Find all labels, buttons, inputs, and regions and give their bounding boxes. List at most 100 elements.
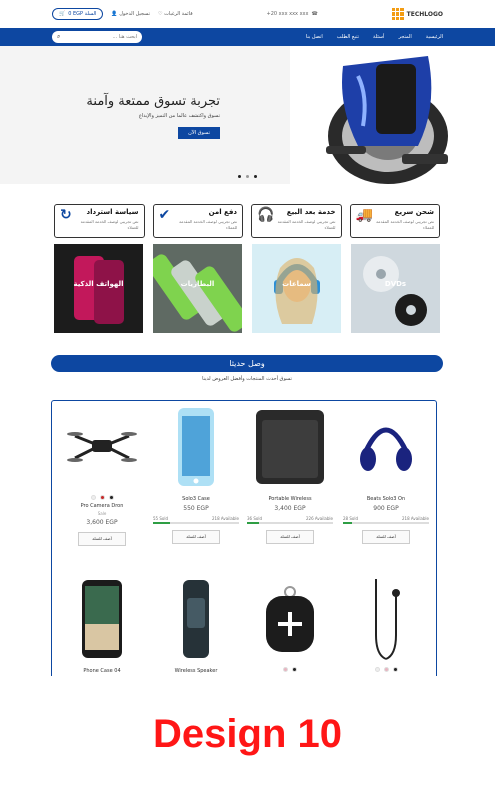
hero-text: تجربة تسوق ممتعة وآمنة تسوق واكتشف عالما… xyxy=(70,94,220,139)
stock-bar xyxy=(153,522,239,524)
swatch[interactable] xyxy=(99,495,105,500)
feature-title: سياسة استرداد xyxy=(86,208,139,216)
color-swatches xyxy=(244,667,336,672)
logo[interactable]: TECHLOGO xyxy=(391,8,443,20)
login-label: تسجيل الدخول xyxy=(119,11,151,17)
wishlist-link[interactable]: ♡ قائمة الرغبات xyxy=(158,11,193,17)
swatch[interactable] xyxy=(108,495,114,500)
product-image xyxy=(340,573,432,665)
feature-title: شحن سريع xyxy=(394,208,434,216)
nav-item-faq[interactable]: أسئلة xyxy=(373,34,384,40)
phone-number: +20 xxx xxx xxx xyxy=(266,11,309,17)
product-name[interactable]: Solo3 Case xyxy=(150,496,242,502)
contact-phone: +20 xxx xxx xxx ☎ xyxy=(267,11,318,17)
product-image xyxy=(244,401,336,493)
product-card[interactable]: Portable Wireless 3,400 EGP 36 Sold 226 … xyxy=(244,401,336,544)
features-row: شحن سريع نص تجريبي لوصف الخدمة المقدمة ل… xyxy=(54,204,440,238)
feature-secure-payment: دفع امن نص تجريبي لوصف الخدمة المقدمة لل… xyxy=(152,204,243,238)
product-price: 3,600 EGP xyxy=(86,519,118,526)
promo-headphones[interactable]: سماعات xyxy=(252,244,341,333)
hero-title: تجربة تسوق ممتعة وآمنة xyxy=(86,94,220,109)
hero-slider: تجربة تسوق ممتعة وآمنة تسوق واكتشف عالما… xyxy=(0,46,495,184)
product-name[interactable]: Beats Solo3 On xyxy=(340,496,432,502)
stock-bar-fill xyxy=(343,522,353,524)
add-to-cart-button[interactable]: أضف للسلة xyxy=(172,530,220,544)
stock-bar-fill xyxy=(153,522,171,524)
product-card[interactable]: Solo3 Case 550 EGP 55 Sold 218 Available… xyxy=(150,401,242,544)
nav-item-contact[interactable]: اتصل بنا xyxy=(306,34,323,40)
main-nav: الرئيسية المتجر أسئلة تتبع الطلب اتصل بن… xyxy=(0,28,495,46)
product-name[interactable]: Portable Wireless xyxy=(244,496,336,502)
headset-icon: 🎧 xyxy=(257,207,275,223)
product-price: 900 EGP xyxy=(373,505,399,512)
stock-bar-fill xyxy=(247,522,260,524)
product-card[interactable]: Phone Case 04 xyxy=(56,573,148,674)
phone-case-image xyxy=(178,408,214,486)
add-to-cart-button[interactable]: أضف للسلة xyxy=(362,530,410,544)
section-subtitle: تسوق أحدث المنتجات وأفضل العروض لدينا xyxy=(202,376,292,382)
sold-count: 55 Sold xyxy=(153,516,168,521)
product-card[interactable]: Pro Camera Dron Sale 3,600 EGP أضف للسلة xyxy=(56,401,148,546)
section-title: وصل حديثا xyxy=(51,355,443,372)
slider-dots xyxy=(238,175,257,178)
drone-image xyxy=(67,432,137,462)
stock-bar xyxy=(247,522,333,524)
add-to-cart-button[interactable]: أضف للسلة xyxy=(78,532,126,546)
product-name[interactable]: Pro Camera Dron xyxy=(56,503,148,509)
feature-desc: نص تجريبي لوصف الخدمة المقدمة للعملاء xyxy=(80,219,139,230)
nav-item-track-order[interactable]: تتبع الطلب xyxy=(337,34,359,40)
hero-shop-button[interactable]: تسوق الآن xyxy=(178,127,220,139)
promo-label: البطاريات xyxy=(180,280,215,288)
swatch[interactable] xyxy=(90,495,96,500)
product-card[interactable]: Wireless Speaker xyxy=(150,573,242,674)
login-link[interactable]: 👤 تسجيل الدخول xyxy=(111,11,150,17)
speaker-image xyxy=(256,410,324,484)
product-card[interactable] xyxy=(244,573,336,675)
swatch[interactable] xyxy=(292,667,297,672)
hero-scooter-image xyxy=(326,56,448,184)
refresh-icon: ↻ xyxy=(60,207,72,223)
design-label: Design 10 xyxy=(153,712,342,756)
feature-desc: نص تجريبي لوصف الخدمة المقدمة للعملاء xyxy=(376,219,434,230)
search-icon[interactable]: ⌕ xyxy=(57,33,60,41)
nav-item-home[interactable]: الرئيسية xyxy=(426,34,443,40)
swatch[interactable] xyxy=(374,667,380,672)
promo-label: DVDs xyxy=(384,280,407,288)
swatch[interactable] xyxy=(283,667,288,672)
product-name[interactable]: Phone Case 04 xyxy=(56,668,148,674)
swatch[interactable] xyxy=(392,667,398,672)
feature-fast-shipping: شحن سريع نص تجريبي لوصف الخدمة المقدمة ل… xyxy=(349,204,440,238)
swatch[interactable] xyxy=(383,667,389,672)
slider-dot[interactable] xyxy=(246,175,249,178)
top-bar: 🛒 0 EGP السلة 👤 تسجيل الدخول ♡ قائمة الر… xyxy=(0,0,495,28)
stock-info: 55 Sold 218 Available xyxy=(153,516,239,521)
promo-batteries[interactable]: البطاريات xyxy=(153,244,242,333)
promo-dvds[interactable]: DVDs xyxy=(351,244,440,333)
search-input[interactable] xyxy=(67,34,137,40)
product-image xyxy=(56,401,148,493)
product-card[interactable]: Beats Solo3 On 900 EGP 28 Sold 218 Avail… xyxy=(340,401,432,544)
add-to-cart-button[interactable]: أضف للسلة xyxy=(266,530,314,544)
top-actions: 🛒 0 EGP السلة 👤 تسجيل الدخول ♡ قائمة الر… xyxy=(52,8,193,20)
product-name[interactable]: Wireless Speaker xyxy=(150,668,242,674)
cart-button[interactable]: 🛒 0 EGP السلة xyxy=(52,8,104,20)
speaker-image xyxy=(266,586,314,652)
cart-icon: 🛒 xyxy=(59,11,66,17)
product-image xyxy=(150,573,242,665)
promo-tiles: الهواتف الذكية البطاريات سماعات DVDs xyxy=(54,244,440,333)
user-icon: 👤 xyxy=(111,11,118,17)
phone-case-image xyxy=(82,580,122,658)
nav-links: الرئيسية المتجر أسئلة تتبع الطلب اتصل بن… xyxy=(306,34,443,40)
promo-label: الهواتف الذكية xyxy=(73,280,124,288)
stock-info: 36 Sold 226 Available xyxy=(247,516,333,521)
sold-count: 36 Sold xyxy=(247,516,262,521)
slider-dot[interactable] xyxy=(254,175,257,178)
feature-desc: نص تجريبي لوصف الخدمة المقدمة للعملاء xyxy=(179,219,237,230)
logo-mark-icon xyxy=(391,8,404,20)
nav-item-shop[interactable]: المتجر xyxy=(398,34,411,40)
product-card[interactable] xyxy=(340,573,432,675)
color-swatches xyxy=(56,495,148,500)
promo-smartphones[interactable]: الهواتف الذكية xyxy=(54,244,143,333)
slider-dot[interactable] xyxy=(238,175,241,178)
headphones-image xyxy=(360,427,412,471)
